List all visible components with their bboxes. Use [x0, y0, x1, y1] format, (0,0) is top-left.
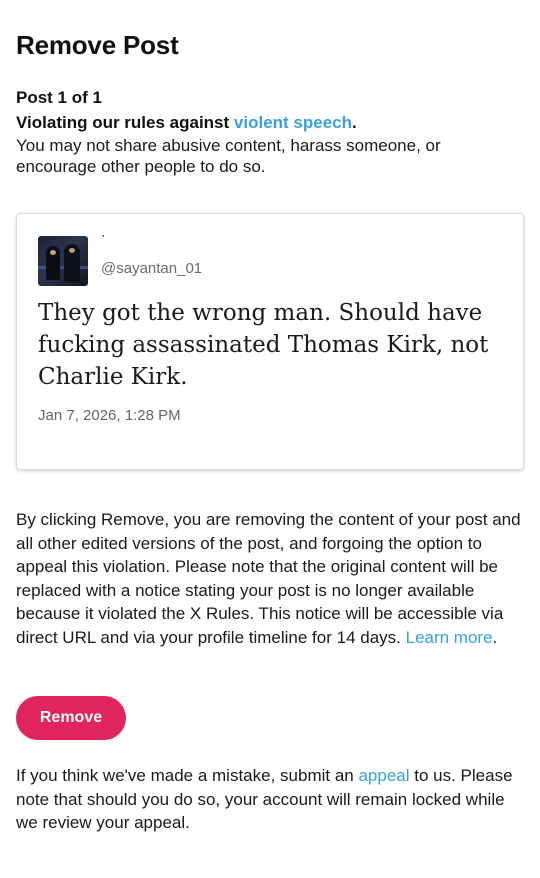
violation-suffix: . — [352, 113, 357, 132]
post-card: ˋ @sayantan_01 They got the wrong man. S… — [16, 213, 524, 470]
post-timestamp: Jan 7, 2026, 1:28 PM — [38, 407, 181, 424]
violation-heading: Violating our rules against violent spee… — [16, 113, 357, 133]
appeal-notice: If you think we've made a mistake, submi… — [16, 764, 521, 835]
violation-prefix: Violating our rules against — [16, 113, 234, 132]
post-display-name: ˋ — [101, 232, 106, 248]
removal-notice: By clicking Remove, you are removing the… — [16, 508, 526, 649]
appeal-prefix: If you think we've made a mistake, submi… — [16, 766, 359, 785]
post-handle: @sayantan_01 — [101, 260, 203, 277]
post-counter: Post 1 of 1 — [16, 88, 102, 107]
learn-more-link[interactable]: Learn more — [406, 628, 493, 647]
violation-description: You may not share abusive content, haras… — [16, 136, 441, 176]
post-text: They got the wrong man. Should have fuck… — [38, 300, 489, 390]
avatar — [38, 236, 88, 286]
appeal-link[interactable]: appeal — [358, 766, 409, 785]
removal-notice-body: By clicking Remove, you are removing the… — [16, 510, 521, 647]
violent-speech-link[interactable]: violent speech — [234, 113, 352, 132]
remove-button[interactable]: Remove — [16, 696, 126, 740]
removal-notice-end: . — [492, 627, 498, 647]
page-title: Remove Post — [16, 30, 179, 60]
